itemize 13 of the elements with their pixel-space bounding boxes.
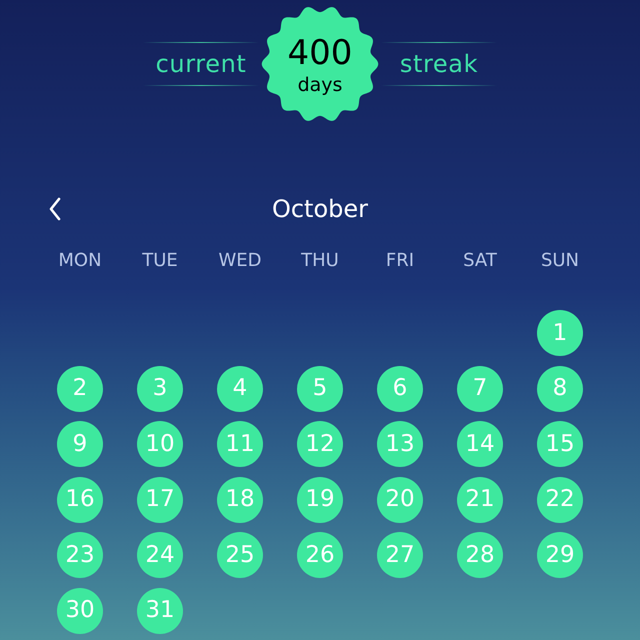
weekday-label: MON (58, 249, 102, 273)
streak-count: 400 (288, 36, 352, 70)
weekday-label: WED (218, 249, 262, 273)
month-title: October (272, 194, 368, 225)
chevron-left-icon (48, 197, 62, 221)
weekday-label: FRI (386, 249, 414, 273)
streak-unit: days (298, 76, 342, 94)
streak-label: current (156, 49, 246, 80)
weekday-label: SUN (540, 249, 580, 273)
weekday-label: TUE (142, 249, 178, 273)
weekday-label: SAT (463, 249, 497, 273)
streak-label: streak (400, 49, 478, 80)
weekday-label: THU (301, 249, 339, 273)
